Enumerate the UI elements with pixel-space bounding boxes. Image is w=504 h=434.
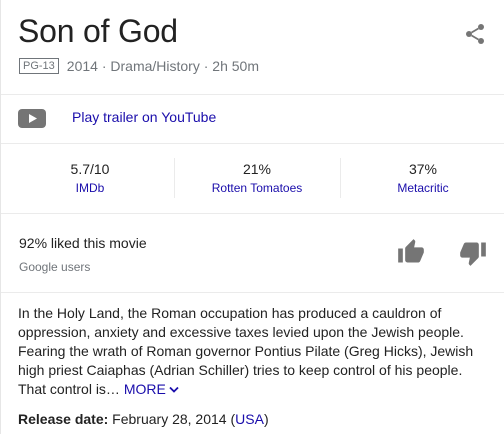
play-trailer-label[interactable]: Play trailer on YouTube	[72, 108, 216, 126]
more-label[interactable]: MORE	[124, 381, 166, 397]
movie-meta-text: 2014 · Drama/History · 2h 50m	[66, 58, 259, 74]
score-metacritic[interactable]: 37% Metacritic	[340, 160, 504, 196]
score-value: 5.7/10	[70, 161, 110, 177]
release-region-close: )	[263, 411, 269, 427]
divider	[1, 213, 504, 214]
description-text: In the Holy Land, the Roman occupation h…	[18, 305, 474, 397]
thumbs-down-icon[interactable]	[459, 239, 487, 267]
more-button[interactable]: MORE	[124, 381, 179, 397]
score-value: 21%	[242, 161, 272, 177]
audience-source: Google users	[19, 260, 91, 274]
score-value: 37%	[408, 161, 438, 177]
movie-meta: PG-13 2014 · Drama/History · 2h 50m	[19, 57, 259, 75]
divider	[1, 292, 504, 293]
score-source-link[interactable]: IMDb	[7, 180, 173, 196]
chevron-down-icon	[169, 387, 179, 394]
youtube-play-icon	[18, 109, 46, 128]
share-icon[interactable]	[463, 22, 487, 46]
release-date-row: Release date: February 28, 2014 (USA)	[18, 410, 269, 428]
release-date-value: February 28, 2014	[112, 411, 227, 427]
score-source-link[interactable]: Metacritic	[340, 180, 504, 196]
review-scores: 5.7/10 IMDb 21% Rotten Tomatoes 37% Meta…	[1, 144, 504, 212]
audience-liked-text: 92% liked this movie	[19, 235, 147, 251]
thumbs-up-icon[interactable]	[397, 238, 425, 266]
score-imdb[interactable]: 5.7/10 IMDb	[7, 160, 173, 196]
movie-title: Son of God	[18, 13, 178, 49]
score-rotten-tomatoes[interactable]: 21% Rotten Tomatoes	[174, 160, 340, 196]
score-source-link[interactable]: Rotten Tomatoes	[174, 180, 340, 196]
release-date-label: Release date:	[18, 411, 109, 427]
content-rating-badge: PG-13	[19, 58, 59, 74]
play-trailer-button[interactable]: Play trailer on YouTube	[1, 95, 504, 141]
movie-description: In the Holy Land, the Roman occupation h…	[18, 304, 492, 399]
release-region-link[interactable]: USA	[235, 411, 264, 427]
movie-knowledge-panel: Son of God PG-13 2014 · Drama/History · …	[0, 0, 504, 434]
